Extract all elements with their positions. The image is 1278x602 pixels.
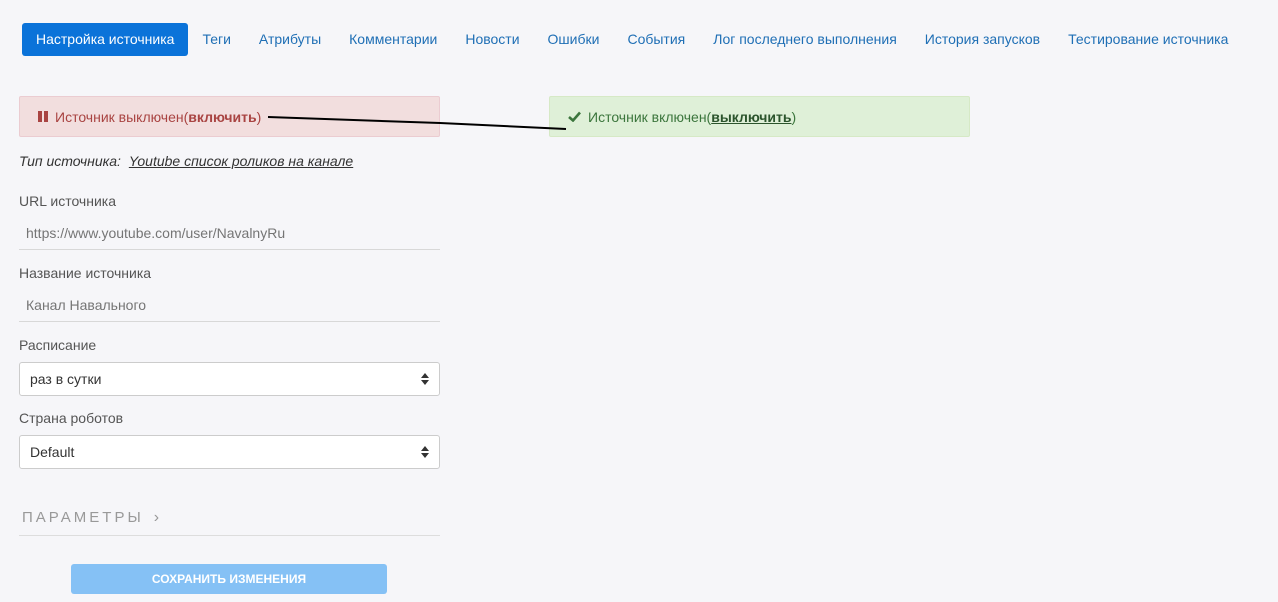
select-caret-icon: [421, 446, 429, 458]
enable-link[interactable]: включить: [188, 109, 256, 125]
disabled-close-paren: ): [256, 108, 262, 125]
tab-attributes[interactable]: Атрибуты: [245, 23, 335, 56]
country-value: Default: [30, 444, 75, 460]
pause-icon: [38, 111, 48, 122]
enabled-close-paren: ): [791, 108, 797, 125]
source-enabled-alert: Источник включен(выключить): [549, 96, 970, 137]
url-label: URL источника: [19, 193, 116, 209]
source-disabled-alert: Источник выключен(включить): [19, 96, 440, 137]
tab-source-testing[interactable]: Тестирование источника: [1054, 23, 1242, 56]
save-changes-button[interactable]: СОХРАНИТЬ ИЗМЕНЕНИЯ: [71, 564, 387, 594]
tab-bar: Настройка источника Теги Атрибуты Коммен…: [22, 23, 1242, 56]
tab-last-run-log[interactable]: Лог последнего выполнения: [699, 23, 911, 56]
chevron-right-icon: ›: [153, 508, 160, 526]
tab-errors[interactable]: Ошибки: [534, 23, 614, 56]
enabled-text: Источник включен(: [588, 108, 712, 125]
name-input[interactable]: [19, 288, 440, 322]
parameters-label: ПАРАМЕТРЫ: [22, 509, 144, 526]
select-caret-icon: [421, 373, 429, 385]
tab-news[interactable]: Новости: [451, 23, 533, 56]
schedule-label: Расписание: [19, 337, 97, 353]
schedule-value: раз в сутки: [30, 371, 102, 387]
tab-comments[interactable]: Комментарии: [335, 23, 451, 56]
tab-tags[interactable]: Теги: [188, 23, 244, 56]
country-label: Страна роботов: [19, 410, 124, 426]
source-type-value[interactable]: Youtube список роликов на канале: [129, 153, 353, 169]
url-input[interactable]: [19, 216, 440, 250]
tab-run-history[interactable]: История запусков: [911, 23, 1054, 56]
schedule-select[interactable]: раз в сутки: [19, 362, 440, 396]
check-icon: [568, 111, 581, 122]
source-type-label: Тип источника:: [19, 153, 121, 169]
name-label: Название источника: [19, 265, 152, 281]
tab-events[interactable]: События: [613, 23, 699, 56]
source-type-line: Тип источника: Youtube список роликов на…: [19, 153, 353, 169]
tab-source-settings[interactable]: Настройка источника: [22, 23, 189, 56]
country-select[interactable]: Default: [19, 435, 440, 469]
disabled-text: Источник выключен(: [55, 108, 189, 125]
disable-link[interactable]: выключить: [711, 109, 791, 125]
parameters-toggle[interactable]: ПАРАМЕТРЫ ›: [19, 500, 440, 536]
